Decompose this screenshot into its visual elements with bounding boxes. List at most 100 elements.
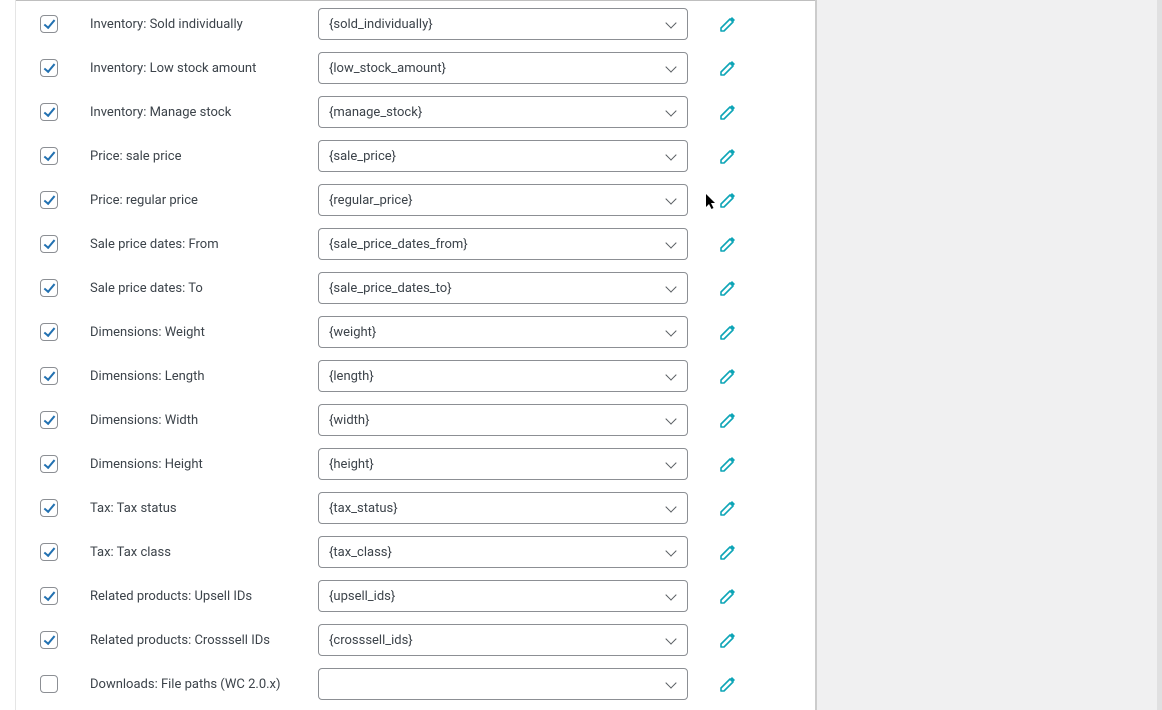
- enable-checkbox[interactable]: [40, 103, 58, 121]
- enable-checkbox[interactable]: [40, 15, 58, 33]
- pencil-icon[interactable]: [719, 543, 737, 561]
- enable-checkbox[interactable]: [40, 191, 58, 209]
- chevron-down-icon: [665, 413, 679, 427]
- pencil-icon[interactable]: [719, 235, 737, 253]
- value-select[interactable]: {sale_price}: [318, 140, 688, 172]
- enable-checkbox[interactable]: [40, 499, 58, 517]
- selected-value: {sold_individually}: [329, 17, 433, 32]
- pencil-icon[interactable]: [719, 147, 737, 165]
- enable-checkbox[interactable]: [40, 631, 58, 649]
- field-row: Related products: Upsell IDs {upsell_ids…: [16, 574, 815, 618]
- chevron-down-icon: [665, 105, 679, 119]
- chevron-down-icon: [665, 677, 679, 691]
- selected-value: {upsell_ids}: [329, 589, 395, 604]
- enable-checkbox[interactable]: [40, 455, 58, 473]
- enable-checkbox[interactable]: [40, 279, 58, 297]
- enable-checkbox[interactable]: [40, 367, 58, 385]
- pencil-icon[interactable]: [719, 455, 737, 473]
- field-row: Price: regular price {regular_price}: [16, 178, 815, 222]
- fields-panel: Inventory: Sold individually {sold_indiv…: [16, 0, 816, 710]
- field-row: Dimensions: Weight {weight}: [16, 310, 815, 354]
- value-select[interactable]: {weight}: [318, 316, 688, 348]
- chevron-down-icon: [665, 545, 679, 559]
- value-select[interactable]: {sold_individually}: [318, 8, 688, 40]
- enable-checkbox[interactable]: [40, 235, 58, 253]
- field-label: Inventory: Manage stock: [90, 105, 318, 120]
- value-select[interactable]: {height}: [318, 448, 688, 480]
- field-row: Inventory: Low stock amount {low_stock_a…: [16, 46, 815, 90]
- pencil-icon[interactable]: [719, 367, 737, 385]
- pencil-icon[interactable]: [719, 411, 737, 429]
- selected-value: {weight}: [329, 325, 376, 340]
- chevron-down-icon: [665, 325, 679, 339]
- pencil-icon[interactable]: [719, 587, 737, 605]
- chevron-down-icon: [665, 369, 679, 383]
- pencil-icon[interactable]: [719, 323, 737, 341]
- chevron-down-icon: [665, 589, 679, 603]
- selected-value: {sale_price}: [329, 149, 396, 164]
- field-row: Dimensions: Length {length}: [16, 354, 815, 398]
- pencil-icon[interactable]: [719, 631, 737, 649]
- field-row: Price: sale price {sale_price}: [16, 134, 815, 178]
- field-label: Sale price dates: From: [90, 237, 318, 252]
- field-row: Tax: Tax class {tax_class}: [16, 530, 815, 574]
- enable-checkbox[interactable]: [40, 59, 58, 77]
- pencil-icon[interactable]: [719, 59, 737, 77]
- value-select[interactable]: {length}: [318, 360, 688, 392]
- value-select[interactable]: {sale_price_dates_from}: [318, 228, 688, 260]
- pencil-icon[interactable]: [719, 103, 737, 121]
- value-select[interactable]: {low_stock_amount}: [318, 52, 688, 84]
- enable-checkbox[interactable]: [40, 675, 58, 693]
- enable-checkbox[interactable]: [40, 147, 58, 165]
- field-label: Inventory: Sold individually: [90, 17, 318, 32]
- selected-value: {sale_price_dates_from}: [329, 237, 468, 252]
- value-select[interactable]: {upsell_ids}: [318, 580, 688, 612]
- field-row: Dimensions: Height {height}: [16, 442, 815, 486]
- field-label: Downloads: File paths (WC 2.0.x): [90, 677, 318, 692]
- selected-value: {width}: [329, 413, 369, 428]
- value-select[interactable]: {tax_status}: [318, 492, 688, 524]
- chevron-down-icon: [665, 149, 679, 163]
- value-select[interactable]: {tax_class}: [318, 536, 688, 568]
- chevron-down-icon: [665, 457, 679, 471]
- value-select[interactable]: {manage_stock}: [318, 96, 688, 128]
- enable-checkbox[interactable]: [40, 543, 58, 561]
- value-select[interactable]: {sale_price_dates_to}: [318, 272, 688, 304]
- field-row: Inventory: Sold individually {sold_indiv…: [16, 2, 815, 46]
- value-select[interactable]: {regular_price}: [318, 184, 688, 216]
- chevron-down-icon: [665, 61, 679, 75]
- field-row: Related products: Crosssell IDs {crossse…: [16, 618, 815, 662]
- chevron-down-icon: [665, 17, 679, 31]
- field-label: Inventory: Low stock amount: [90, 61, 318, 76]
- selected-value: {crosssell_ids}: [329, 633, 413, 648]
- field-label: Related products: Crosssell IDs: [90, 633, 318, 648]
- value-select[interactable]: {crosssell_ids}: [318, 624, 688, 656]
- pencil-icon[interactable]: [719, 279, 737, 297]
- selected-value: {sale_price_dates_to}: [329, 281, 452, 296]
- value-select[interactable]: [318, 668, 688, 700]
- selected-value: {manage_stock}: [329, 105, 422, 120]
- field-row: Sale price dates: From {sale_price_dates…: [16, 222, 815, 266]
- selected-value: {length}: [329, 369, 374, 384]
- pencil-icon[interactable]: [719, 675, 737, 693]
- value-select[interactable]: {width}: [318, 404, 688, 436]
- selected-value: {tax_status}: [329, 501, 398, 516]
- chevron-down-icon: [665, 193, 679, 207]
- field-label: Price: sale price: [90, 149, 318, 164]
- enable-checkbox[interactable]: [40, 323, 58, 341]
- sidebar-panel: [816, 0, 1162, 710]
- field-row: Inventory: Manage stock {manage_stock}: [16, 90, 815, 134]
- field-row: Tax: Tax status {tax_status}: [16, 486, 815, 530]
- pencil-icon[interactable]: [719, 15, 737, 33]
- field-label: Sale price dates: To: [90, 281, 318, 296]
- scrollbar-track[interactable]: [1157, 0, 1162, 710]
- field-row: Sale price dates: To {sale_price_dates_t…: [16, 266, 815, 310]
- pencil-icon[interactable]: [719, 499, 737, 517]
- selected-value: {tax_class}: [329, 545, 392, 560]
- pencil-icon[interactable]: [719, 191, 737, 209]
- enable-checkbox[interactable]: [40, 411, 58, 429]
- outer-left-gutter: [0, 0, 16, 710]
- field-label: Dimensions: Length: [90, 369, 318, 384]
- field-label: Price: regular price: [90, 193, 318, 208]
- enable-checkbox[interactable]: [40, 587, 58, 605]
